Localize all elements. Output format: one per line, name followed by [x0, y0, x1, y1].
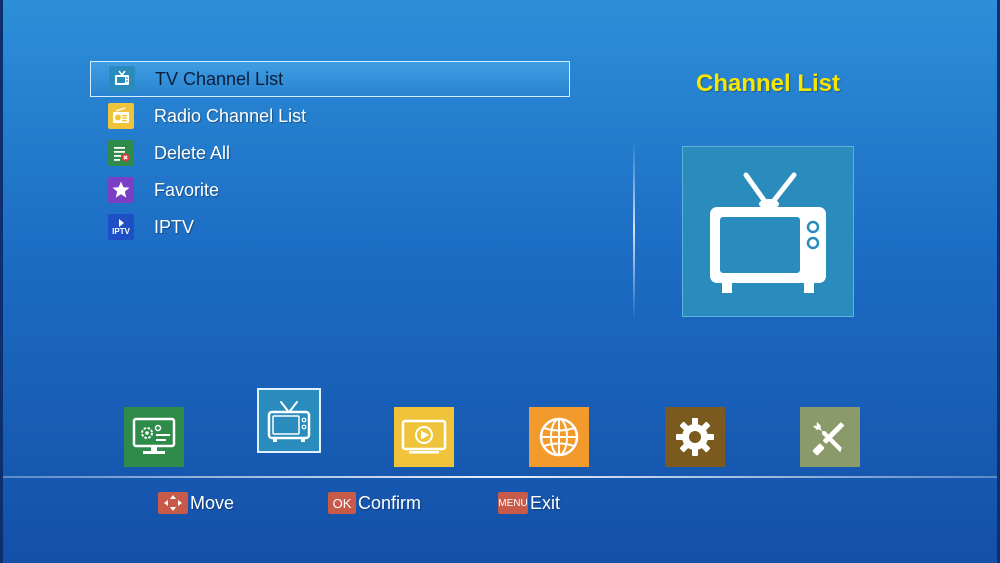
tv-icon: [109, 66, 135, 92]
iptv-icon: IPTV: [108, 214, 134, 240]
dock-tile-tools[interactable]: [800, 407, 860, 467]
hint-confirm-label: Confirm: [358, 492, 422, 513]
iptv-icon-text: IPTV: [112, 226, 130, 236]
system-settings-icon: [132, 417, 176, 454]
menu-item-tv-channel-list[interactable]: TV Channel List: [90, 61, 570, 97]
preview-panel: [682, 146, 854, 317]
menu-item-radio-channel-list[interactable]: Radio Channel List: [90, 98, 570, 134]
hint-move: Move: [158, 491, 234, 515]
tv-icon: [710, 172, 826, 293]
menu-item-label: Favorite: [154, 179, 220, 200]
tv-icon: [267, 400, 311, 442]
menu-item-label: Delete All: [154, 142, 231, 163]
star-icon: [108, 177, 134, 203]
dock-tile-settings[interactable]: [665, 407, 725, 467]
dock-tile-network[interactable]: [529, 407, 589, 467]
radio-icon: [108, 103, 134, 129]
preview-title: Channel List: [695, 70, 840, 97]
gear-icon: [676, 418, 714, 456]
hint-exit: MENU Exit: [498, 491, 560, 515]
hint-confirm: OK Confirm: [328, 491, 421, 515]
tools-icon: [812, 422, 845, 456]
menu-item-label: TV Channel List: [155, 68, 284, 89]
dock-tile-channel-list[interactable]: [257, 388, 321, 453]
menu-key: MENU: [498, 492, 528, 514]
hint-exit-label: Exit: [530, 492, 561, 513]
delete-list-icon: [108, 140, 134, 166]
hint-move-label: Move: [190, 492, 235, 513]
dock-tile-media-player[interactable]: [394, 407, 454, 467]
channel-menu: TV Channel List Radio Channel List Delet…: [90, 61, 570, 246]
ok-key: OK: [328, 492, 356, 514]
arrows-key-icon: [158, 492, 188, 514]
preview-divider: [633, 140, 635, 320]
menu-item-iptv[interactable]: IPTV IPTV: [90, 209, 570, 245]
menu-item-delete-all[interactable]: Delete All: [90, 135, 570, 171]
dock-divider: [3, 476, 997, 478]
globe-icon: [539, 417, 579, 457]
media-player-icon: [401, 419, 447, 454]
dock-tile-system-settings[interactable]: [124, 407, 184, 467]
menu-item-label: Radio Channel List: [154, 105, 307, 126]
screen-frame-left: [0, 0, 3, 563]
menu-item-label: IPTV: [154, 216, 195, 237]
menu-item-favorite[interactable]: Favorite: [90, 172, 570, 208]
